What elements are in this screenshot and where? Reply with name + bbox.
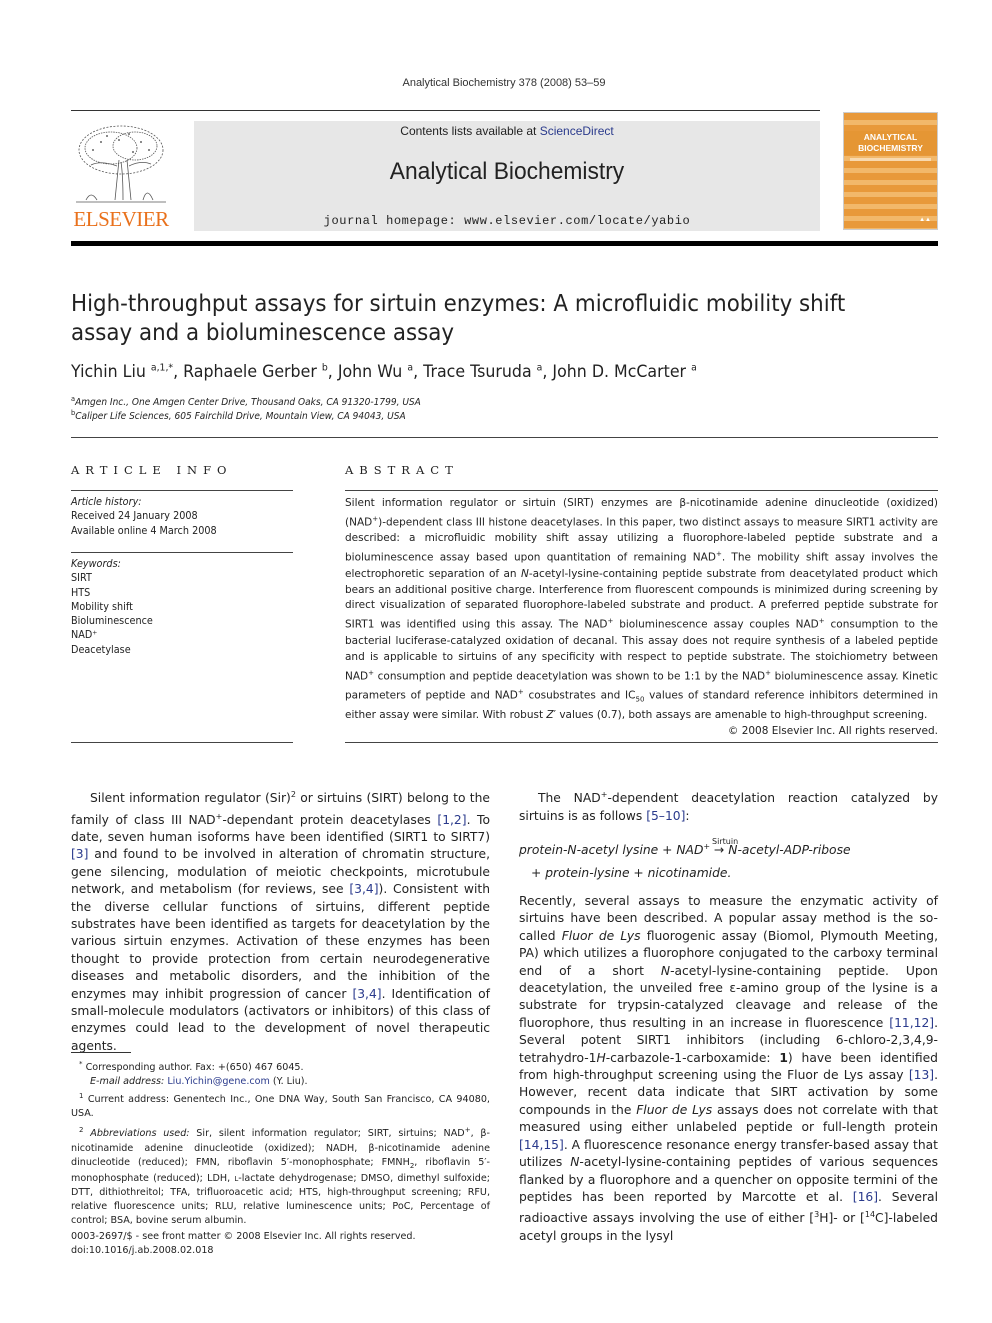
history-label: Article history: <box>71 496 142 508</box>
affiliation-a: aAmgen Inc., One Amgen Center Drive, Tho… <box>71 395 421 409</box>
footnotes: * Corresponding author. Fax: +(650) 467 … <box>71 1057 490 1228</box>
affiliation-b: bCaliper Life Sciences, 605 Fairchild Dr… <box>71 409 406 423</box>
journal-homepage-link[interactable]: journal homepage: www.elsevier.com/locat… <box>194 214 820 228</box>
author[interactable]: John Wu a <box>338 362 413 382</box>
article-info-heading: ARTICLE INFO <box>71 463 233 477</box>
journal-cover-image[interactable]: ANALYTICAL BIOCHEMISTRY ▲▲ <box>843 112 938 230</box>
header-rule <box>71 110 820 111</box>
front-matter: 0003-2697/$ - see front matter © 2008 El… <box>71 1230 416 1258</box>
footnote-current-address: 1 Current address: Genentech Inc., One D… <box>71 1092 490 1120</box>
reference-link[interactable]: [13] <box>909 1068 934 1082</box>
cover-subtitle-bar <box>850 158 931 161</box>
abstract-rule <box>345 742 938 743</box>
article-info-rule <box>71 552 293 553</box>
abstract-heading: ABSTRACT <box>345 463 459 477</box>
article-title: High-throughput assays for sirtuin enzym… <box>71 291 846 346</box>
body-paragraph: Silent information regulator (Sir)2 or s… <box>71 790 491 1053</box>
sciencedirect-link[interactable]: ScienceDirect <box>540 124 614 138</box>
reference-link[interactable]: [14,15] <box>519 1138 564 1152</box>
issn-line: 0003-2697/$ - see front matter © 2008 El… <box>71 1231 416 1242</box>
abstract-rule <box>345 490 938 491</box>
author-list: Yichin Liu a,1,*, Raphaele Gerber b, Joh… <box>71 362 697 382</box>
elsevier-wordmark: ELSEVIER <box>73 207 169 231</box>
keyword: Mobility shift <box>71 600 133 613</box>
journal-banner: Contents lists available at ScienceDirec… <box>194 121 820 231</box>
keyword: Bioluminescence <box>71 615 153 628</box>
keywords-label: Keywords: <box>71 558 121 570</box>
section-divider <box>71 437 938 438</box>
reaction-arrow-icon: Sirtuin → <box>712 837 739 857</box>
contents-prefix: Contents lists available at <box>400 124 540 138</box>
reference-link[interactable]: [5–10] <box>646 809 685 823</box>
reaction-equation: protein-N-acetyl lysine + NAD+ Sirtuin → … <box>519 837 851 880</box>
abstract-paragraph: Silent information regulator or sirtuin … <box>345 497 938 722</box>
received-date: Received 24 January 2008 <box>71 510 198 523</box>
body-column-right: The NAD+-dependent deacetylation reactio… <box>519 786 938 1245</box>
body-paragraph: Recently, several assays to measure the … <box>519 894 939 1243</box>
footnote-corresponding: * Corresponding author. Fax: +(650) 467 … <box>79 1060 304 1074</box>
abstract-copyright: © 2008 Elsevier Inc. All rights reserved… <box>727 725 938 738</box>
author[interactable]: Raphaele Gerber b <box>183 362 328 382</box>
doi-link[interactable]: doi:10.1016/j.ab.2008.02.018 <box>71 1244 416 1258</box>
reference-link[interactable]: [1,2] <box>437 813 466 827</box>
available-date: Available online 4 March 2008 <box>71 524 217 537</box>
body-column-left: Silent information regulator (Sir)2 or s… <box>71 786 490 1055</box>
email-link[interactable]: Liu.Yichin@gene.com <box>167 1076 270 1087</box>
reference-link[interactable]: [3] <box>71 847 88 861</box>
journal-citation: Analytical Biochemistry 378 (2008) 53–59 <box>402 77 606 89</box>
reference-link[interactable]: [11,12] <box>889 1016 934 1030</box>
keyword: Deacetylase <box>71 643 131 656</box>
contents-line: Contents lists available at ScienceDirec… <box>194 124 820 138</box>
elsevier-logo[interactable]: ELSEVIER <box>71 120 171 232</box>
article-info-rule <box>71 742 293 743</box>
keyword: NAD⁺ <box>71 629 98 642</box>
keywords-block: Keywords: SIRT HTS Mobility shift Biolum… <box>71 557 292 657</box>
article-history: Article history: Received 24 January 200… <box>71 495 292 538</box>
body-paragraph: The NAD+-dependent deacetylation reactio… <box>519 790 938 823</box>
reference-link[interactable]: [3,4] <box>352 987 381 1001</box>
footnote-abbreviations: 2 Abbreviations used: Sir, silent inform… <box>71 1126 490 1227</box>
keyword: SIRT <box>71 572 92 585</box>
footnote-rule <box>71 1052 131 1053</box>
reference-link[interactable]: [3,4] <box>349 882 378 896</box>
keyword: HTS <box>71 586 91 599</box>
article-info-rule <box>71 490 293 491</box>
header-thick-rule <box>71 241 938 246</box>
author[interactable]: Trace Tsuruda a <box>423 362 542 382</box>
abstract-text: Silent information regulator or sirtuin … <box>345 496 938 740</box>
tree-icon <box>71 120 171 208</box>
cover-title: ANALYTICAL BIOCHEMISTRY <box>844 131 937 155</box>
footnote-email: E-mail address: Liu.Yichin@gene.com (Y. … <box>90 1076 308 1088</box>
reference-link[interactable]: [16] <box>853 1190 878 1204</box>
author[interactable]: Yichin Liu a,1,* <box>71 362 173 382</box>
journal-title: Analytical Biochemistry <box>389 158 625 185</box>
author[interactable]: John D. McCarter a <box>552 362 696 382</box>
cover-publisher-mark: ▲▲ <box>919 217 931 223</box>
